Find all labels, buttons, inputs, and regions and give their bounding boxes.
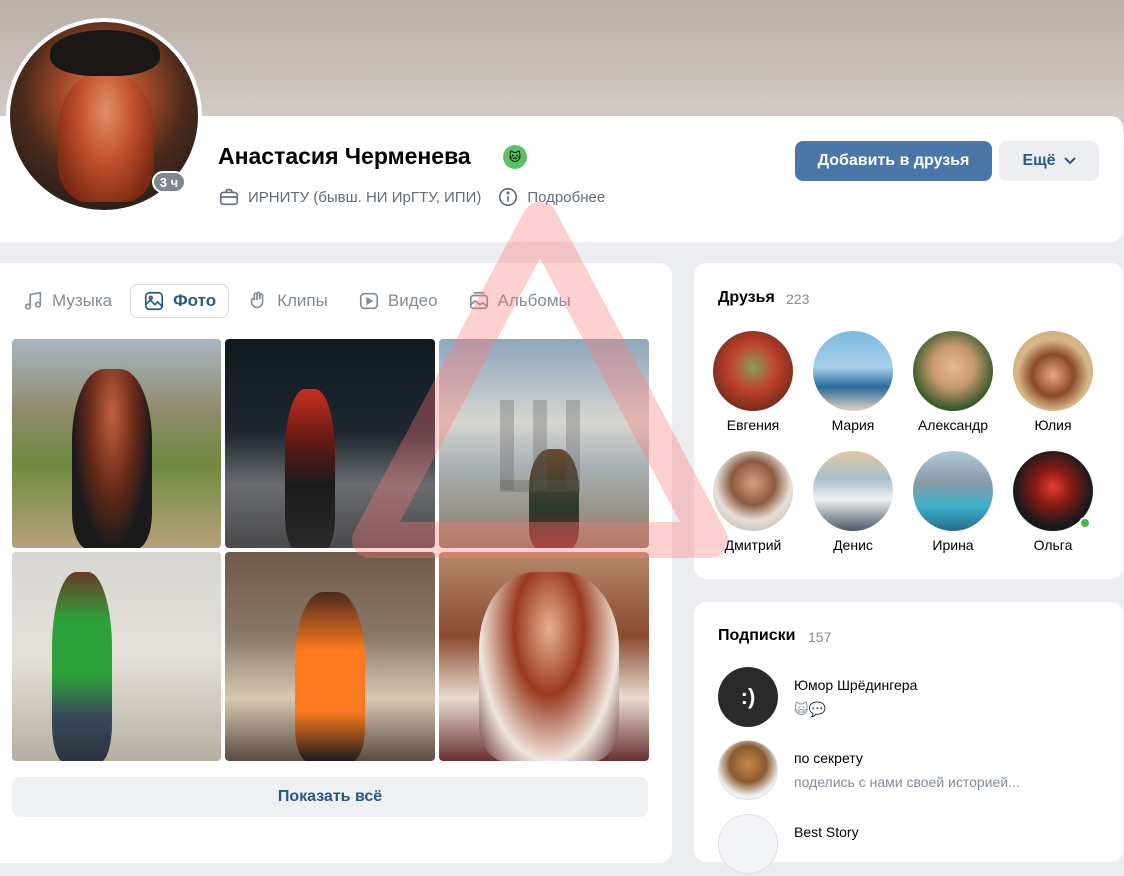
show-all-button[interactable]: Показать всё [12,777,648,817]
photo-thumbnail[interactable] [12,552,221,761]
friend-item[interactable]: Ольга [1003,451,1103,553]
subscription-item[interactable]: Best Story [718,814,1098,876]
photo-thumbnail[interactable] [12,339,221,548]
friend-name: Денис [833,537,873,553]
friend-avatar [913,451,993,531]
friend-name: Ольга [1033,537,1073,553]
briefcase-icon [219,188,239,206]
friend-avatar [1013,451,1093,531]
friend-avatar [813,451,893,531]
tab-clips[interactable]: Клипы [235,284,340,318]
media-tabs: Музыка Фото Клипы Видео Альбомы [10,283,589,319]
friend-name: Ирина [932,537,974,553]
tab-music[interactable]: Музыка [10,284,124,318]
photo-thumbnail[interactable] [439,339,649,548]
clips-icon [250,291,264,309]
friend-name: Евгения [726,417,780,433]
photo-thumbnail[interactable] [225,552,435,761]
subscription-avatar [718,740,778,800]
profile-info-row: ИРНИТУ (бывш. НИ ИрГТУ, ИПИ) Подробнее [218,186,605,208]
tab-label: Видео [387,291,438,310]
friend-item[interactable]: Мария [803,331,903,433]
subscriptions-title[interactable]: Подписки [718,627,795,645]
tab-albums[interactable]: Альбомы [456,284,583,318]
friend-avatar [913,331,993,411]
subscription-item[interactable]: :) Юмор Шрёдингера 🙀💬 [718,667,1098,729]
friend-avatar [813,331,893,411]
tab-label: Музыка [52,291,113,310]
friends-count: 223 [786,291,810,307]
photo-icon [145,291,164,311]
friend-name: Мария [831,417,875,433]
friend-avatar [1013,331,1093,411]
friend-item[interactable]: Ирина [903,451,1003,553]
friend-item[interactable]: Юлия [1003,331,1103,433]
music-icon [24,291,42,310]
subscriptions-count: 157 [808,629,832,645]
friend-avatar [713,451,793,531]
friends-title[interactable]: Друзья [718,289,775,307]
friend-name: Дмитрий [724,537,782,553]
subscription-avatar: :) [718,667,778,727]
friend-item[interactable]: Денис [803,451,903,553]
friend-name: Юлия [1034,417,1072,433]
friend-item[interactable]: Евгения [703,331,803,433]
tab-video[interactable]: Видео [346,284,450,318]
tab-label: Фото [173,291,217,310]
friend-name: Александр [917,417,989,433]
subscription-title: по секрету [794,750,863,766]
photo-thumbnail[interactable] [439,552,649,761]
more-info-link[interactable]: Подробнее [527,189,605,206]
profile-name: Анастасия Черменева [218,143,471,169]
friend-item[interactable]: Александр [903,331,1003,433]
photo-thumbnail[interactable] [225,339,435,548]
online-indicator [1079,517,1091,529]
tab-label: Альбомы [497,291,571,310]
photo-grid [12,339,649,761]
name-emoji-icon: 🐱 [503,145,527,169]
chevron-down-icon [1063,157,1076,165]
more-button[interactable]: Ещё [999,141,1099,181]
tab-label: Клипы [277,291,328,310]
video-icon [359,292,378,310]
subscription-avatar [718,814,778,874]
subscription-subtitle: поделись с нами своей историей... [794,774,1020,790]
last-seen-badge: 3 ч [152,171,186,193]
friend-avatar [713,331,793,411]
more-button-label: Ещё [1022,152,1056,169]
info-icon[interactable] [497,186,519,208]
albums-icon [469,291,488,310]
avatar-hat [50,30,160,76]
tab-photo[interactable]: Фото [130,284,230,318]
avatar-hair [58,72,154,202]
subscription-item[interactable]: по секрету поделись с нами своей историе… [718,740,1098,802]
subscription-title: Юмор Шрёдингера [794,677,918,693]
add-friend-button[interactable]: Добавить в друзья [795,141,992,181]
education-text[interactable]: ИРНИТУ (бывш. НИ ИрГТУ, ИПИ) [248,189,481,206]
friend-item[interactable]: Дмитрий [703,451,803,553]
subscription-subtitle: 🙀💬 [794,701,827,717]
